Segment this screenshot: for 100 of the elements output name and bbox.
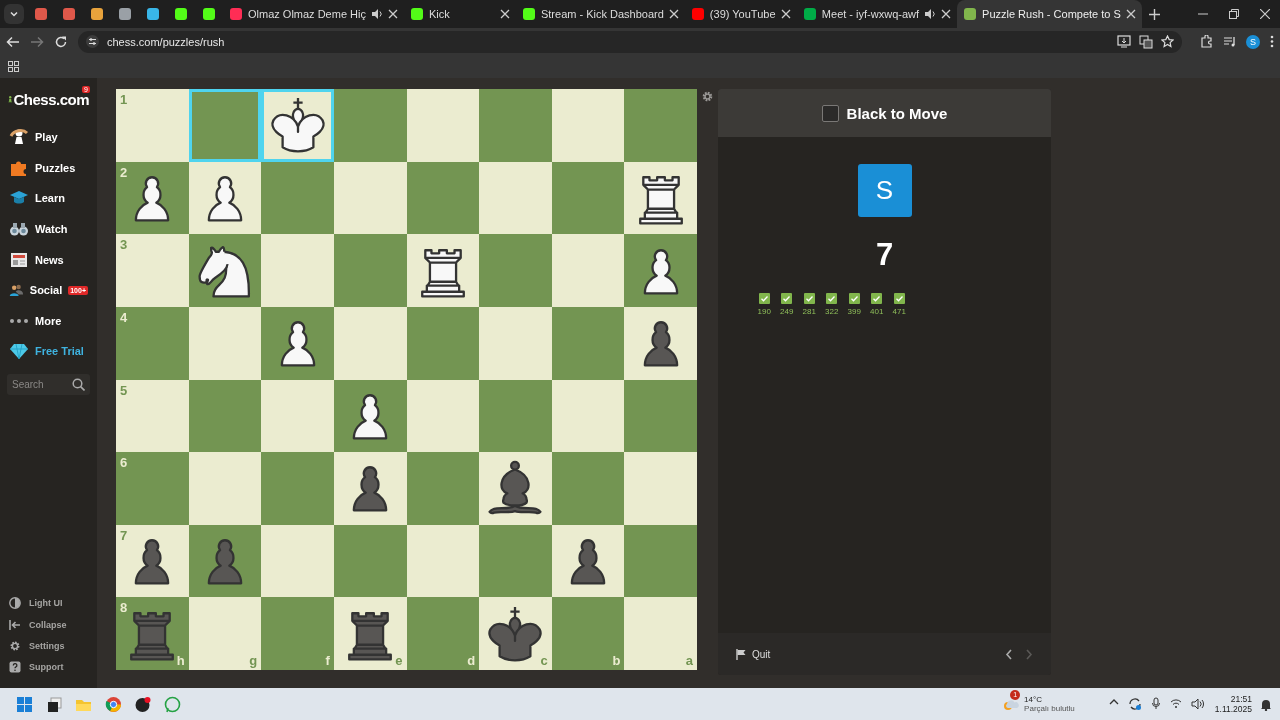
quit-button[interactable]: Quit	[736, 648, 771, 660]
speaker-icon[interactable]	[1190, 697, 1205, 711]
search-field[interactable]: Search	[7, 373, 90, 395]
tab-list-button[interactable]	[4, 4, 24, 24]
close-icon[interactable]	[1259, 9, 1270, 19]
browser-tab[interactable]: Olmaz Olmaz Deme Hiç	[223, 0, 404, 28]
install-icon[interactable]	[1117, 35, 1131, 48]
clock[interactable]: 21:51 1.11.2025	[1214, 693, 1252, 715]
board-square[interactable]	[551, 524, 625, 598]
app-icon[interactable]	[134, 695, 152, 713]
close-icon[interactable]	[941, 9, 952, 19]
sidebar-footer-item[interactable]: Settings	[0, 635, 97, 657]
puzzle-rating: 401	[870, 307, 884, 316]
file-label: g	[249, 654, 258, 667]
close-icon[interactable]	[1125, 9, 1136, 19]
rank-label: 6	[120, 456, 128, 470]
settings-icon[interactable]	[702, 91, 713, 102]
close-icon[interactable]	[668, 9, 679, 19]
tab-title: Olmaz Olmaz Deme Hiç	[248, 8, 366, 20]
translate-icon[interactable]	[1139, 34, 1153, 49]
notification-bell-icon[interactable]	[1260, 697, 1272, 711]
file-label: h	[176, 654, 185, 667]
media-control-icon[interactable]	[1223, 35, 1236, 48]
board-square[interactable]	[624, 306, 697, 380]
puzzle-rating: 190	[757, 307, 771, 316]
board-square[interactable]	[333, 379, 407, 453]
board-square[interactable]	[406, 234, 480, 307]
sidebar-item[interactable]: News	[0, 244, 97, 275]
url-text: chess.com/puzzles/rush	[107, 35, 225, 48]
board-square[interactable]	[188, 161, 262, 235]
board-square[interactable]	[261, 306, 334, 380]
tab-title: Kick	[428, 8, 451, 20]
board-square[interactable]	[261, 89, 334, 162]
browser-tab[interactable]: Meet - iyf-wxwq-awf	[796, 0, 958, 28]
sidebar-item[interactable]: Puzzles	[0, 152, 97, 184]
star-icon[interactable]	[1161, 35, 1174, 48]
board-square[interactable]	[188, 524, 262, 598]
rank-label: 3	[120, 238, 128, 252]
kebab-menu-icon[interactable]	[1270, 35, 1274, 48]
sidebar-footer-item[interactable]: Light UI	[0, 592, 97, 614]
windows-start-icon[interactable]	[16, 695, 34, 713]
close-icon[interactable]	[780, 9, 791, 19]
puzzle-rating: 322	[825, 307, 839, 316]
rank-label: 5	[120, 383, 128, 397]
puzzle-rating: 249	[780, 307, 794, 316]
forward-arrow-icon[interactable]	[30, 34, 44, 49]
wifi-icon[interactable]	[1169, 697, 1182, 711]
close-icon[interactable]	[499, 9, 510, 19]
chevron-left-icon[interactable]	[1005, 648, 1013, 660]
board-square[interactable]	[624, 234, 697, 307]
sidebar-footer-item[interactable]: Support	[0, 656, 97, 678]
rank-label: 7	[120, 528, 128, 542]
close-icon[interactable]	[387, 9, 398, 19]
board-square[interactable]	[479, 452, 552, 525]
speaker-icon[interactable]	[370, 8, 383, 20]
sidebar-footer-item[interactable]: Collapse	[0, 613, 97, 636]
rank-label: 8	[120, 601, 128, 615]
sidebar-item[interactable]: Play	[0, 122, 97, 153]
extensions-icon[interactable]	[1200, 35, 1213, 48]
player-avatar: S	[857, 164, 912, 217]
search-icon[interactable]	[72, 377, 85, 391]
collapse-icon	[9, 618, 21, 631]
tab-title: Stream - Kick Dashboard	[540, 8, 664, 20]
file-label: d	[467, 654, 476, 667]
browser-tab[interactable]: Stream - Kick Dashboard	[515, 0, 685, 28]
reload-icon[interactable]	[54, 34, 68, 49]
apps-grid-icon[interactable]	[8, 61, 19, 72]
sidebar-item[interactable]: Learn	[0, 183, 97, 214]
browser-tab[interactable]: Puzzle Rush - Compete to S	[957, 0, 1142, 28]
file-label: b	[612, 654, 621, 667]
puzzle-rating: 471	[892, 307, 906, 316]
turn-label: Black to Move	[846, 104, 948, 122]
sync-icon[interactable]	[1127, 697, 1142, 711]
weather-text: Parçalı bulutlu	[1024, 704, 1075, 714]
browser-icon[interactable]	[104, 695, 122, 713]
profile-avatar[interactable]: S	[1246, 34, 1260, 49]
back-arrow-icon[interactable]	[6, 34, 20, 49]
chat-icon[interactable]	[163, 695, 181, 713]
board-square[interactable]	[188, 234, 262, 307]
browser-tab[interactable]: Kick	[403, 0, 516, 28]
score-text: 7	[874, 237, 895, 273]
sidebar-item[interactable]: More	[0, 305, 97, 337]
rank-label: 4	[120, 310, 128, 324]
contrast-icon	[9, 597, 21, 610]
board-square[interactable]	[624, 161, 697, 235]
address-bar[interactable]: chess.com/puzzles/rush	[78, 30, 1182, 53]
tab-title: Meet - iyf-wxwq-awf	[821, 8, 920, 20]
date-text: 1.11.2025	[1214, 704, 1252, 715]
board-square[interactable]	[333, 452, 407, 525]
microphone-icon[interactable]	[1150, 697, 1161, 711]
site-info-icon[interactable]	[86, 35, 99, 48]
browser-tab[interactable]: (39) YouTube	[684, 0, 797, 28]
plus-icon[interactable]	[1149, 8, 1161, 20]
sidebar-item[interactable]: Watch	[0, 213, 97, 245]
restore-icon[interactable]	[1228, 9, 1239, 19]
sidebar-item[interactable]: Free Trial	[0, 336, 97, 367]
task-view-icon[interactable]	[45, 695, 63, 713]
help-icon	[9, 661, 21, 674]
speaker-icon[interactable]	[924, 8, 937, 20]
tab-title: Puzzle Rush - Compete to S	[982, 8, 1121, 20]
